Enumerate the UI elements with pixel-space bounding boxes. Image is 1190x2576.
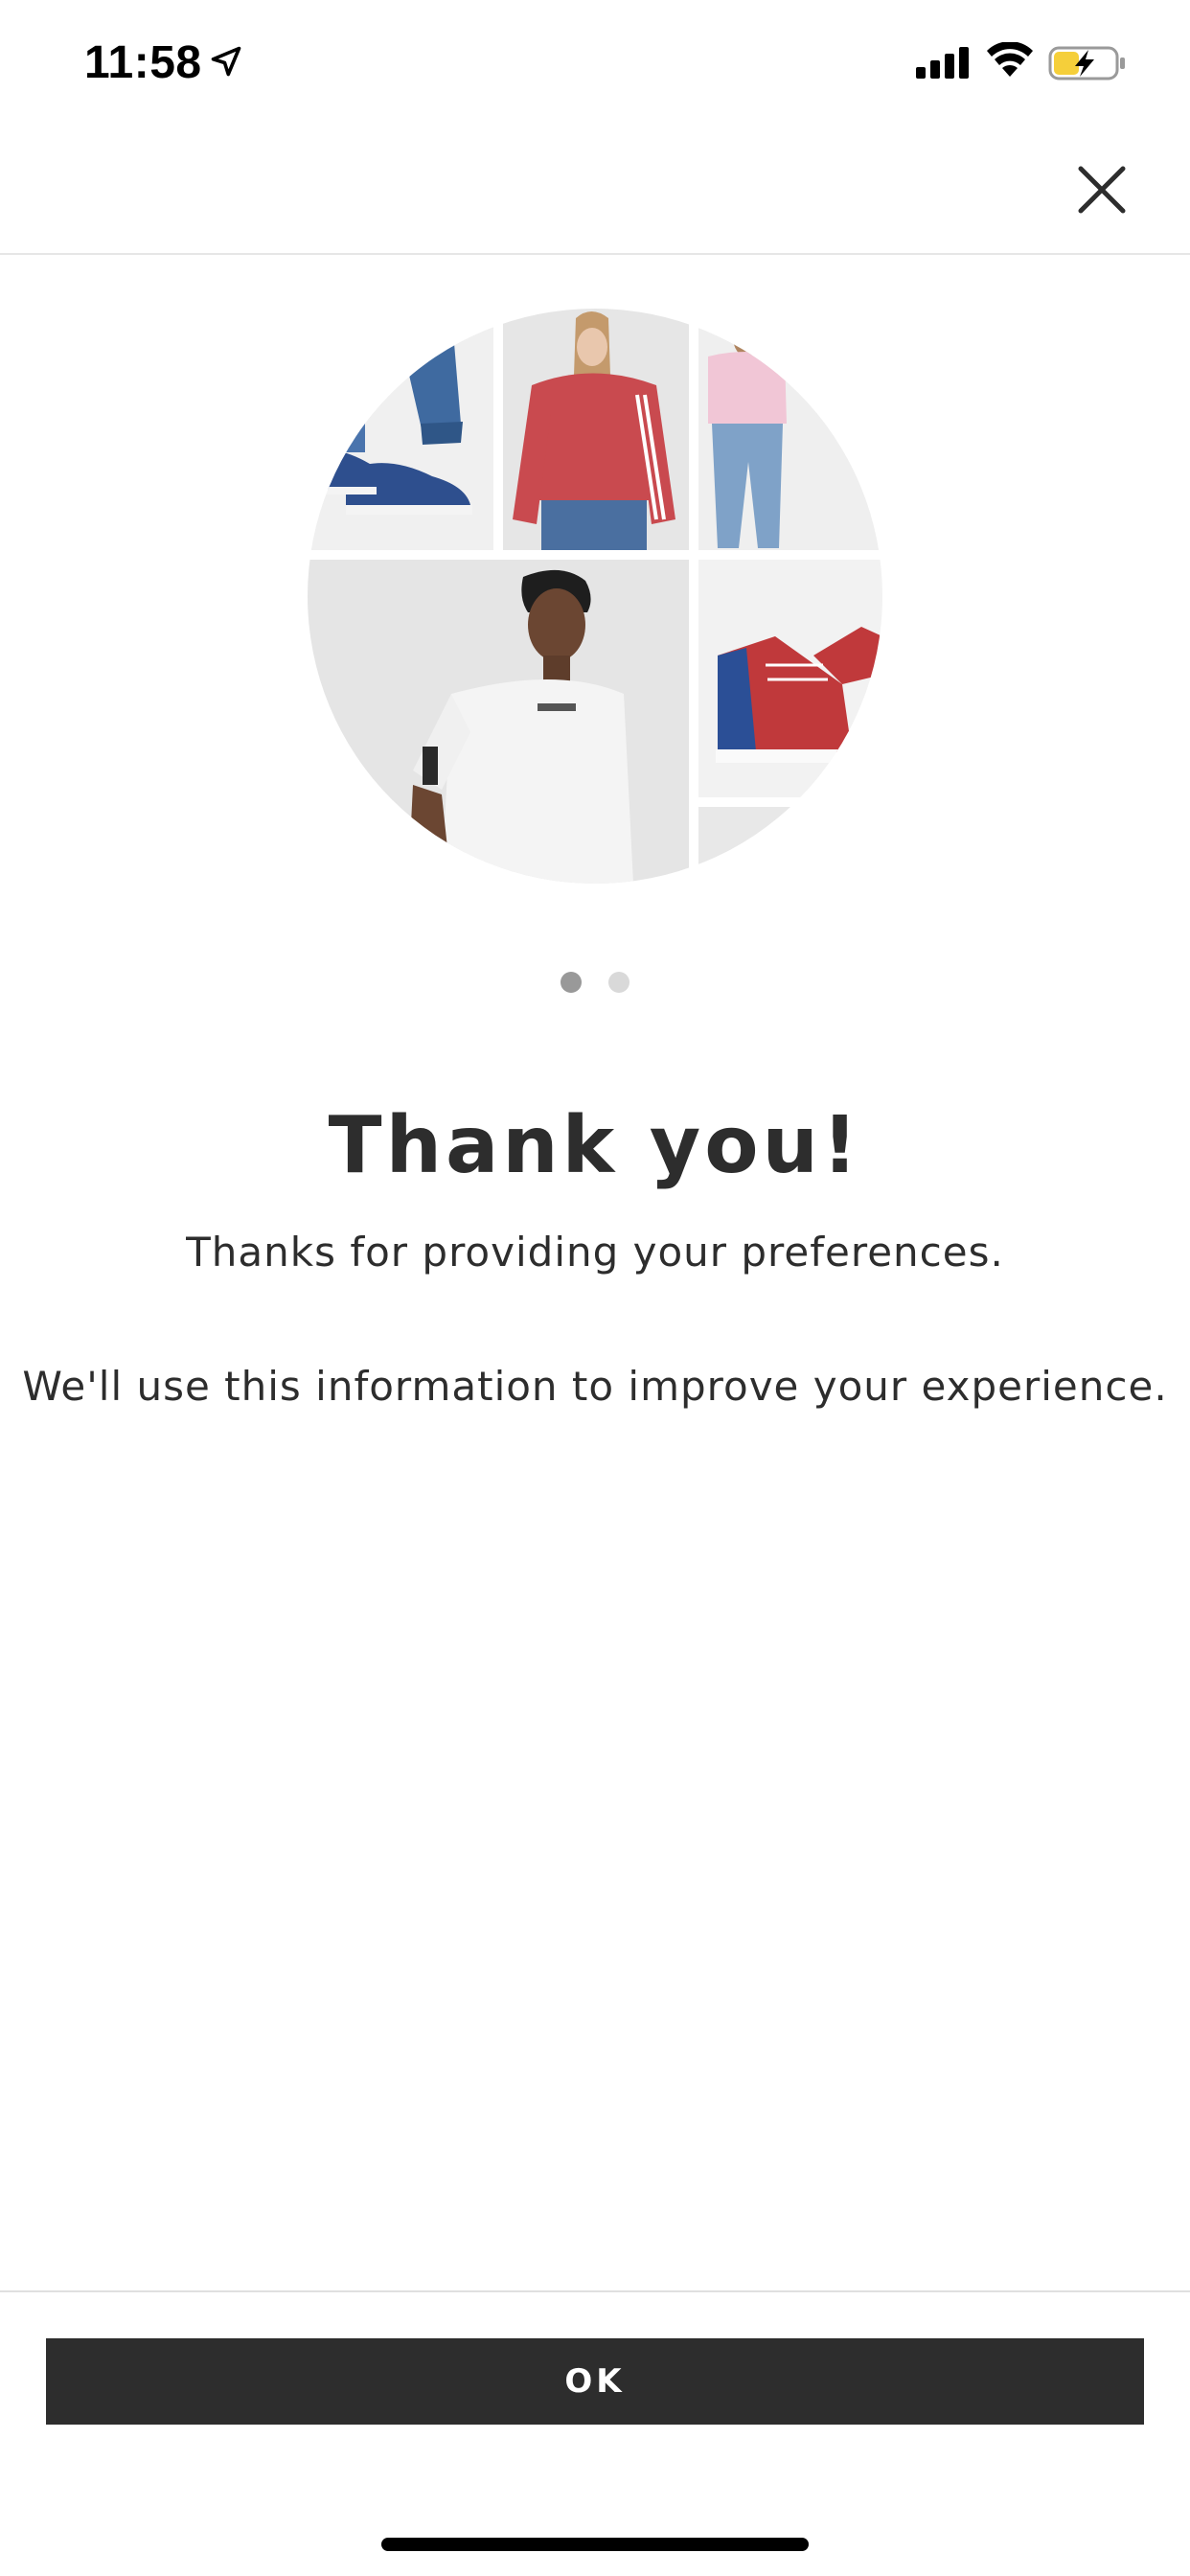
preferences-collage-image [308, 309, 882, 884]
thank-you-body: We'll use this information to improve yo… [22, 1363, 1168, 1410]
man-white-tshirt-photo [308, 560, 689, 884]
home-indicator[interactable] [381, 2538, 809, 2551]
ok-button[interactable]: OK [46, 2338, 1144, 2425]
red-sweatshirt-photo [503, 309, 689, 550]
thank-you-subtitle: Thanks for providing your preferences. [186, 1229, 1004, 1276]
modal-header [0, 126, 1190, 255]
battery-charging-icon [1048, 44, 1127, 82]
page-indicator [0, 972, 1190, 995]
status-bar: 11:58 [0, 0, 1190, 126]
thank-you-title: Thank you! [328, 1100, 862, 1191]
cellular-signal-icon [916, 46, 970, 80]
hi-top-sneakers-photo [698, 560, 882, 797]
location-arrow-icon [209, 44, 243, 79]
footer-divider [0, 2290, 1190, 2292]
partial-photo [698, 807, 882, 884]
close-button[interactable] [1067, 155, 1136, 224]
pink-tshirt-jeans-photo [698, 309, 882, 550]
close-icon [1078, 166, 1126, 214]
page-dot-2[interactable] [608, 972, 629, 993]
sneakers-photo [308, 309, 493, 550]
thank-you-screen: 11:58 Thank you! Thanks for providing yo… [0, 0, 1190, 2576]
wifi-icon [985, 41, 1035, 80]
status-time: 11:58 [84, 37, 202, 88]
page-dot-1[interactable] [561, 972, 582, 993]
